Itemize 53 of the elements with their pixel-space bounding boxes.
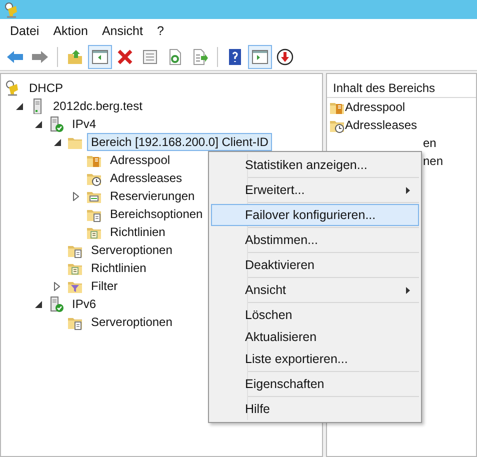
expand-arrow-icon[interactable] xyxy=(54,282,60,290)
tree-item[interactable]: IPv4 xyxy=(68,115,100,133)
list-item[interactable]: en xyxy=(423,134,436,152)
dhcp-icon xyxy=(5,80,21,96)
tree-item[interactable]: Adressleases xyxy=(106,169,186,187)
folder-up-icon xyxy=(66,48,84,66)
tree-item[interactable]: Reservierungen xyxy=(106,187,199,205)
help-book-icon xyxy=(226,48,244,66)
tree-item[interactable]: Richtlinien xyxy=(87,259,150,277)
menu-item[interactable]: Datei xyxy=(3,22,46,41)
pane-icon xyxy=(251,48,269,66)
tree-item[interactable]: Bereich [192.168.200.0] Client-ID xyxy=(87,133,272,151)
server-check-icon xyxy=(48,116,64,132)
tree-item[interactable]: 2012dc.berg.test xyxy=(49,97,146,115)
menu-item[interactable]: Ansicht xyxy=(94,22,150,41)
context-menu-item[interactable]: Eigenschaften xyxy=(211,373,419,395)
context-menu-item[interactable]: Deaktivieren xyxy=(211,254,419,276)
context-menu-item[interactable]: Statistiken anzeigen... xyxy=(211,154,419,176)
context-menu-item[interactable]: Failover konfigurieren... xyxy=(211,204,419,226)
collapse-arrow-icon[interactable] xyxy=(16,102,22,110)
server-check-icon xyxy=(48,296,64,312)
tree-item[interactable]: Serveroptionen xyxy=(87,313,176,331)
context-menu-item[interactable]: Hilfe xyxy=(211,398,419,420)
download-circle-icon xyxy=(276,48,294,66)
tree-item[interactable]: Filter xyxy=(87,277,122,295)
delete-icon xyxy=(116,48,134,66)
tree-item[interactable]: Bereichsoptionen xyxy=(106,205,207,223)
properties-icon xyxy=(141,48,159,66)
menu-item[interactable]: Aktion xyxy=(46,22,95,41)
context-menu-item[interactable]: Löschen xyxy=(211,304,419,326)
tree-item[interactable]: Serveroptionen xyxy=(87,241,176,259)
context-menu-item[interactable]: Erweitert... xyxy=(211,179,419,201)
back-arrow-icon xyxy=(6,48,24,66)
forward-arrow-icon xyxy=(31,48,49,66)
context-menu-item[interactable]: Abstimmen... xyxy=(211,229,419,251)
collapse-arrow-icon[interactable] xyxy=(54,138,60,146)
context-menu-item[interactable]: Liste exportieren... xyxy=(211,348,419,370)
menu-item[interactable]: ? xyxy=(150,22,171,41)
tree-item[interactable]: IPv6 xyxy=(68,295,100,313)
tree-item[interactable]: DHCP xyxy=(25,79,68,97)
pane-icon xyxy=(91,48,109,66)
column-header[interactable]: Inhalt des Bereichs xyxy=(327,78,476,98)
tree-item[interactable]: Adresspool xyxy=(106,151,174,169)
list-item[interactable]: nen xyxy=(423,152,444,170)
context-menu-item[interactable]: Aktualisieren xyxy=(211,326,419,348)
collapse-arrow-icon[interactable] xyxy=(34,300,42,308)
list-item[interactable]: Adresspool xyxy=(345,98,406,116)
list-item[interactable]: Adressleases xyxy=(345,116,418,134)
tree-item[interactable]: Richtlinien xyxy=(106,223,170,241)
export-list-icon xyxy=(191,48,209,66)
collapse-arrow-icon[interactable] xyxy=(34,120,42,128)
context-menu-item[interactable]: Ansicht xyxy=(211,279,419,301)
expand-arrow-icon[interactable] xyxy=(73,192,79,200)
